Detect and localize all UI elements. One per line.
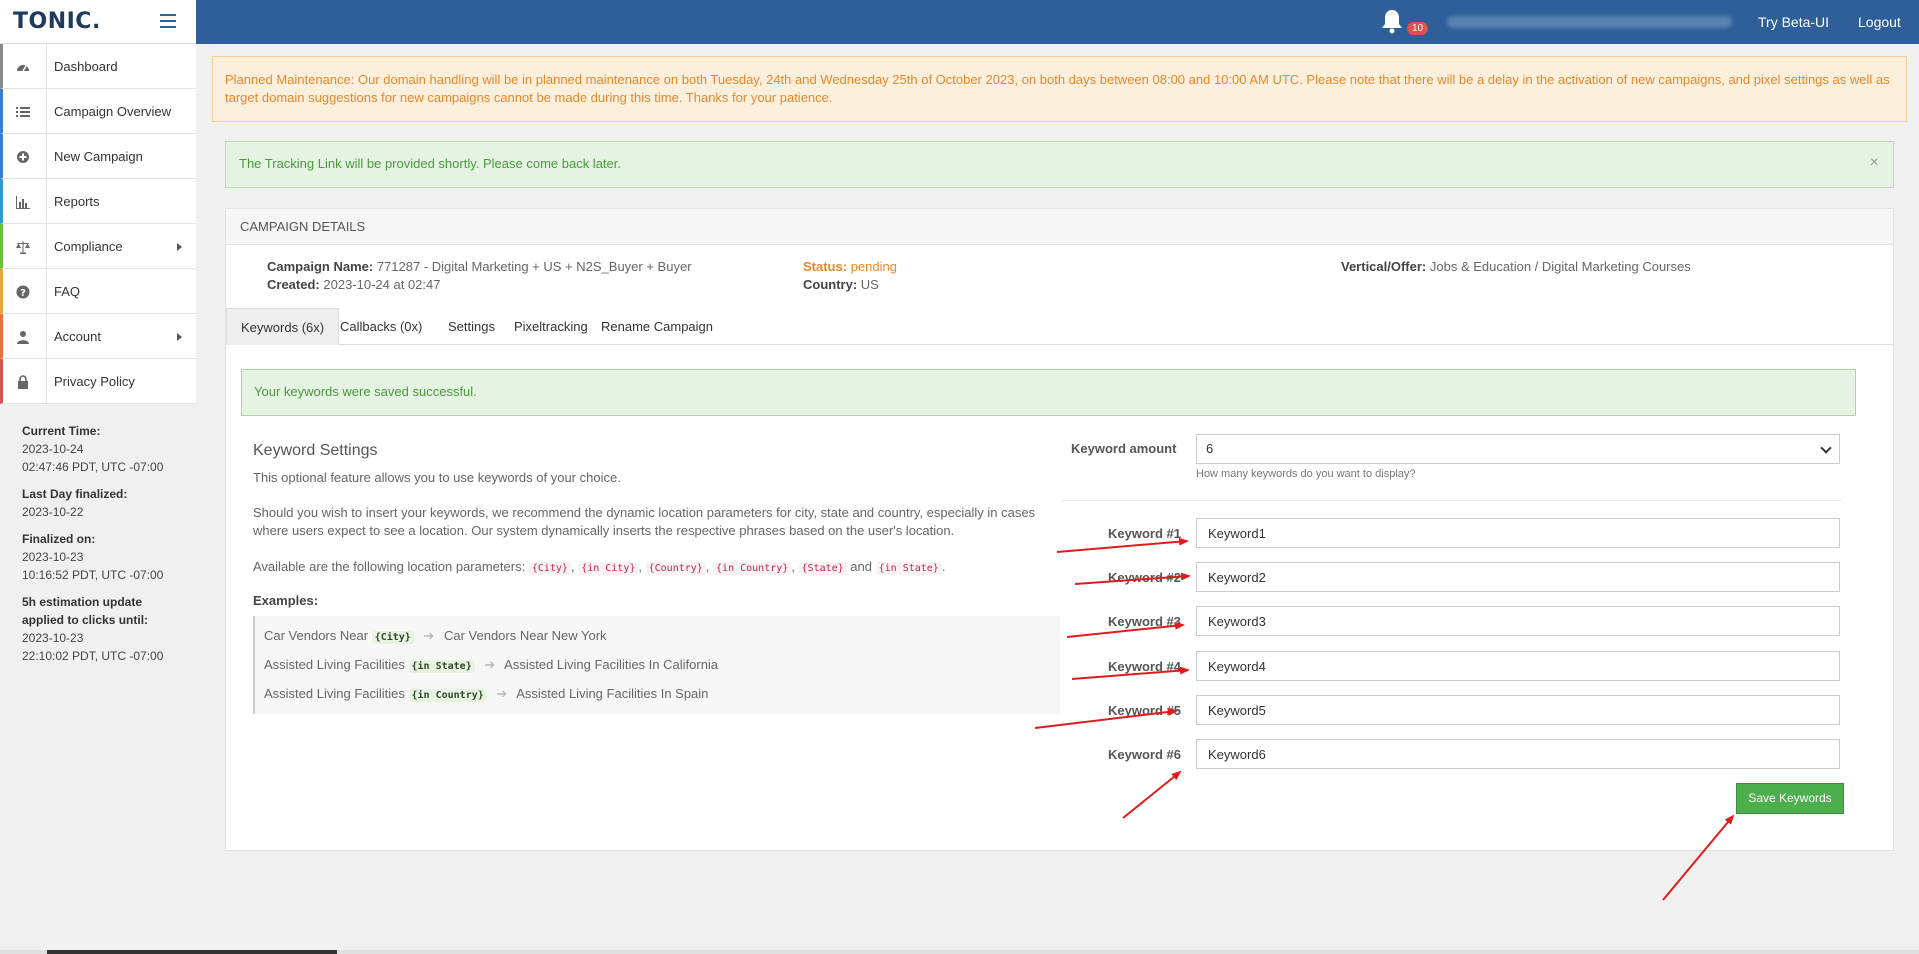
sidebar-item-dashboard[interactable]: Dashboard [0, 44, 196, 89]
sidebar-item-account[interactable]: Account [0, 314, 196, 359]
keyword-2-label: Keyword #2 [1108, 570, 1181, 585]
example-row: Car Vendors Near {City} ➔ Car Vendors Ne… [264, 628, 607, 644]
arrow-right-icon: ➔ [423, 628, 435, 643]
try-beta-link[interactable]: Try Beta-UI [1758, 14, 1829, 30]
example-row: Assisted Living Facilities {in State} ➔ … [264, 657, 719, 673]
arrow-right-icon: ➔ [496, 686, 508, 701]
estimation-block: 5h estimation update applied to clicks u… [22, 595, 164, 663]
keyword-2-input[interactable] [1196, 562, 1840, 592]
sidebar-item-label: FAQ [54, 284, 81, 299]
sidebar-item-label: Campaign Overview [54, 104, 172, 119]
keyword-settings-intro: This optional feature allows you to use … [253, 470, 621, 485]
finalized-block: Finalized on: 2023-10-23 10:16:52 PDT, U… [22, 532, 164, 582]
keyword-5-label: Keyword #5 [1108, 703, 1181, 718]
sidebar-item-label: Dashboard [54, 59, 118, 74]
maintenance-notice: Planned Maintenance: Our domain handling… [212, 56, 1907, 122]
examples-box: Car Vendors Near {City} ➔ Car Vendors Ne… [253, 616, 1060, 714]
keyword-6-label: Keyword #6 [1108, 747, 1181, 762]
keyword-5-input[interactable] [1196, 695, 1840, 725]
user-icon [17, 331, 29, 344]
tab-keywords[interactable]: Keywords (6x) [226, 308, 340, 345]
keyword-3-label: Keyword #3 [1108, 614, 1181, 629]
top-navbar: 10 Try Beta-UI Logout [0, 0, 1919, 44]
sidebar-item-label: New Campaign [54, 149, 143, 164]
sidebar: Dashboard Campaign Overview New Campaign… [0, 44, 196, 954]
campaign-country: Country: US [803, 277, 879, 292]
save-keywords-button[interactable]: Save Keywords [1736, 783, 1844, 814]
sidebar-item-label: Account [54, 329, 101, 344]
campaign-details-panel: CAMPAIGN DETAILS Campaign Name: 771287 -… [225, 208, 1894, 851]
bottom-scrollbar-thumb[interactable] [47, 950, 337, 954]
keyword-3-input[interactable] [1196, 606, 1840, 636]
keyword-1-label: Keyword #1 [1108, 526, 1181, 541]
sidebar-item-privacy-policy[interactable]: Privacy Policy [0, 359, 196, 404]
plus-circle-icon [17, 151, 29, 163]
lock-icon [18, 375, 28, 389]
sidebar-item-reports[interactable]: Reports [0, 179, 196, 224]
bell-icon[interactable] [1380, 8, 1404, 34]
logo[interactable]: TONIC. [13, 9, 101, 34]
hamburger-menu-icon[interactable] [160, 14, 176, 28]
scale-icon [16, 241, 30, 254]
tab-rename-campaign[interactable]: Rename Campaign [587, 308, 727, 345]
caret-right-icon [177, 333, 182, 341]
divider [1061, 500, 1841, 501]
brand-area: TONIC. [0, 0, 196, 44]
campaign-status: Status: pending [803, 259, 897, 274]
keyword-1-input[interactable] [1196, 518, 1840, 548]
keyword-amount-hint: How many keywords do you want to display… [1196, 468, 1416, 480]
tab-callbacks[interactable]: Callbacks (0x) [326, 308, 436, 345]
examples-label: Examples: [253, 593, 319, 608]
sidebar-item-label: Reports [54, 194, 100, 209]
sidebar-item-label: Compliance [54, 239, 123, 254]
campaign-name: Campaign Name: 771287 - Digital Marketin… [267, 259, 692, 274]
keyword-settings-title: Keyword Settings [253, 442, 378, 459]
panel-title: CAMPAIGN DETAILS [226, 209, 1893, 245]
keyword-amount-select[interactable]: 6 [1196, 434, 1840, 464]
location-parameters: Available are the following location par… [253, 559, 946, 575]
keyword-amount-label: Keyword amount [1071, 441, 1177, 456]
notification-badge: 10 [1407, 22, 1429, 35]
keyword-6-input[interactable] [1196, 739, 1840, 769]
close-icon[interactable]: × [1870, 154, 1879, 172]
keyword-4-label: Keyword #4 [1108, 659, 1181, 674]
bar-chart-icon [16, 196, 30, 209]
list-icon [16, 107, 30, 117]
tracking-alert-text: The Tracking Link will be provided short… [239, 156, 621, 171]
dashboard-icon [17, 65, 29, 72]
svg-text:?: ? [20, 288, 26, 299]
sidebar-item-label: Privacy Policy [54, 374, 135, 389]
campaign-created: Created: 2023-10-24 at 02:47 [267, 277, 441, 292]
keywords-saved-alert: Your keywords were saved successful. [241, 369, 1856, 416]
tab-settings[interactable]: Settings [434, 308, 509, 345]
keyword-4-input[interactable] [1196, 651, 1840, 681]
question-icon: ? [16, 285, 30, 299]
logout-link[interactable]: Logout [1858, 14, 1901, 30]
current-time-block: Current Time: 2023-10-24 02:47:46 PDT, U… [22, 424, 164, 474]
sidebar-item-compliance[interactable]: Compliance [0, 224, 196, 269]
arrow-right-icon: ➔ [484, 657, 496, 672]
campaign-tabs: Keywords (6x) Callbacks (0x) Settings Pi… [226, 308, 1893, 345]
last-day-block: Last Day finalized: 2023-10-22 [22, 487, 128, 519]
chevron-down-icon [1820, 442, 1832, 454]
user-email-blurred [1447, 16, 1732, 28]
sidebar-item-campaign-overview[interactable]: Campaign Overview [0, 89, 196, 134]
keyword-settings-paragraph: Should you wish to insert your keywords,… [253, 505, 1036, 538]
sidebar-item-new-campaign[interactable]: New Campaign [0, 134, 196, 179]
caret-right-icon [177, 243, 182, 251]
sidebar-item-faq[interactable]: ? FAQ [0, 269, 196, 314]
example-row: Assisted Living Facilities {in Country} … [264, 686, 709, 702]
tracking-link-alert: The Tracking Link will be provided short… [225, 141, 1894, 188]
campaign-vertical: Vertical/Offer: Jobs & Education / Digit… [1341, 259, 1691, 274]
